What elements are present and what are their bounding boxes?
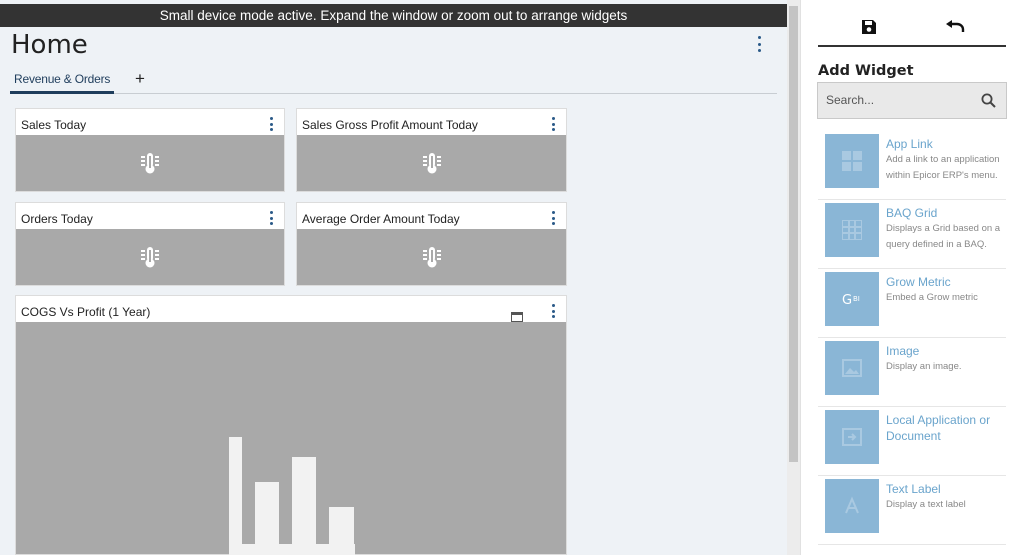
thermometer-icon [422, 153, 441, 174]
add-widget-panel: Add Widget App Link Add a link to an app… [800, 0, 1024, 555]
thermometer-icon [141, 247, 159, 268]
widget-type-baq-grid[interactable]: BAQ Grid Displays a Grid based on a quer… [818, 200, 1006, 269]
kebab-dot-icon [757, 42, 761, 46]
widget-orders-today[interactable]: Orders Today [15, 202, 285, 286]
undo-icon[interactable] [945, 20, 965, 34]
thermometer-icon [141, 153, 159, 174]
search-icon[interactable] [981, 93, 996, 108]
widget-thumbnail [825, 134, 879, 188]
widget-type-grow-metric[interactable]: G BI Grow Metric Embed a Grow metric [818, 269, 1006, 338]
widget-type-description: Add a link to an application within Epic… [886, 154, 1000, 181]
document-icon [842, 428, 862, 446]
widget-type-name: Image [886, 344, 920, 358]
kebab-dot-icon [757, 49, 761, 52]
widget-thumbnail [825, 203, 879, 257]
panel-toolbar [818, 14, 1006, 47]
widget-type-name: Grow Metric [886, 275, 951, 289]
grid-icon [842, 151, 862, 171]
dashboard-area: Small device mode active. Expand the win… [0, 0, 787, 555]
page-menu-button[interactable] [753, 36, 765, 52]
text-icon [845, 496, 859, 514]
panel-title: Add Widget [818, 63, 914, 79]
widget-thumbnail [825, 341, 879, 395]
small-device-banner: Small device mode active. Expand the win… [0, 4, 787, 27]
widget-sales-today[interactable]: Sales Today [15, 108, 285, 192]
widget-type-image[interactable]: Image Display an image. [818, 338, 1006, 407]
widget-type-description: Display an image. [886, 361, 962, 372]
widget-header: COGS Vs Profit (1 Year) [16, 296, 566, 322]
widget-average-order-amount[interactable]: Average Order Amount Today [296, 202, 567, 286]
thermometer-icon [422, 247, 441, 268]
widget-type-text-label[interactable]: Text Label Display a text label [818, 476, 1006, 545]
grow-bi-icon: G BI [842, 293, 860, 308]
table-icon [842, 220, 862, 240]
widget-search-box [817, 82, 1007, 119]
widget-type-description: Display a text label [886, 499, 966, 510]
scrollbar-thumb[interactable] [789, 6, 798, 462]
save-icon[interactable] [861, 19, 877, 35]
widget-header: Sales Today [16, 109, 284, 135]
widget-menu-button[interactable] [550, 117, 556, 131]
widget-menu-button[interactable] [268, 117, 274, 131]
widget-type-name: Text Label [886, 482, 941, 496]
widget-cogs-vs-profit[interactable]: COGS Vs Profit (1 Year) [15, 295, 567, 555]
svg-text:G: G [842, 293, 852, 308]
widget-body [16, 229, 284, 285]
widget-header: Sales Gross Profit Amount Today [297, 109, 566, 135]
widget-menu-button[interactable] [550, 304, 556, 318]
widget-type-name: Local Application or Document [886, 413, 991, 443]
widget-title: Average Order Amount Today [302, 212, 460, 226]
widget-thumbnail: G BI [825, 272, 879, 326]
widget-sales-gross-profit[interactable]: Sales Gross Profit Amount Today [296, 108, 567, 192]
widget-thumbnail [825, 410, 879, 464]
widget-title: COGS Vs Profit (1 Year) [21, 305, 151, 319]
widget-body [297, 135, 566, 191]
widget-title: Orders Today [21, 212, 93, 226]
page-title: Home [11, 30, 88, 60]
kebab-dot-icon [757, 36, 761, 39]
widget-type-local-application[interactable]: Local Application or Document [818, 407, 1006, 476]
popout-window-icon[interactable] [511, 312, 523, 322]
widget-header: Orders Today [16, 203, 284, 229]
widget-header: Average Order Amount Today [297, 203, 566, 229]
widget-type-description: Displays a Grid based on a query defined… [886, 223, 1001, 250]
dashboard-tabs: Revenue & Orders + [10, 70, 777, 94]
widget-type-name: BAQ Grid [886, 206, 938, 220]
widget-title: Sales Today [21, 118, 87, 132]
widget-type-app-link[interactable]: App Link Add a link to an application wi… [818, 131, 1006, 200]
widget-search-input[interactable] [826, 93, 976, 107]
widget-menu-button[interactable] [550, 211, 556, 225]
app-root: Small device mode active. Expand the win… [0, 0, 1024, 555]
bar-chart-icon [229, 437, 355, 555]
widget-type-list: App Link Add a link to an application wi… [818, 131, 1006, 545]
widget-menu-button[interactable] [268, 211, 274, 225]
widget-body [297, 229, 566, 285]
widget-type-name: App Link [886, 137, 933, 151]
add-tab-button[interactable]: + [135, 70, 145, 88]
widget-body [16, 135, 284, 191]
image-icon [842, 359, 862, 377]
tab-revenue-orders[interactable]: Revenue & Orders [10, 70, 115, 94]
svg-text:BI: BI [853, 295, 860, 303]
widget-type-description: Embed a Grow metric [886, 292, 978, 303]
widget-thumbnail [825, 479, 879, 533]
widget-title: Sales Gross Profit Amount Today [302, 118, 478, 132]
widget-body [16, 322, 566, 555]
